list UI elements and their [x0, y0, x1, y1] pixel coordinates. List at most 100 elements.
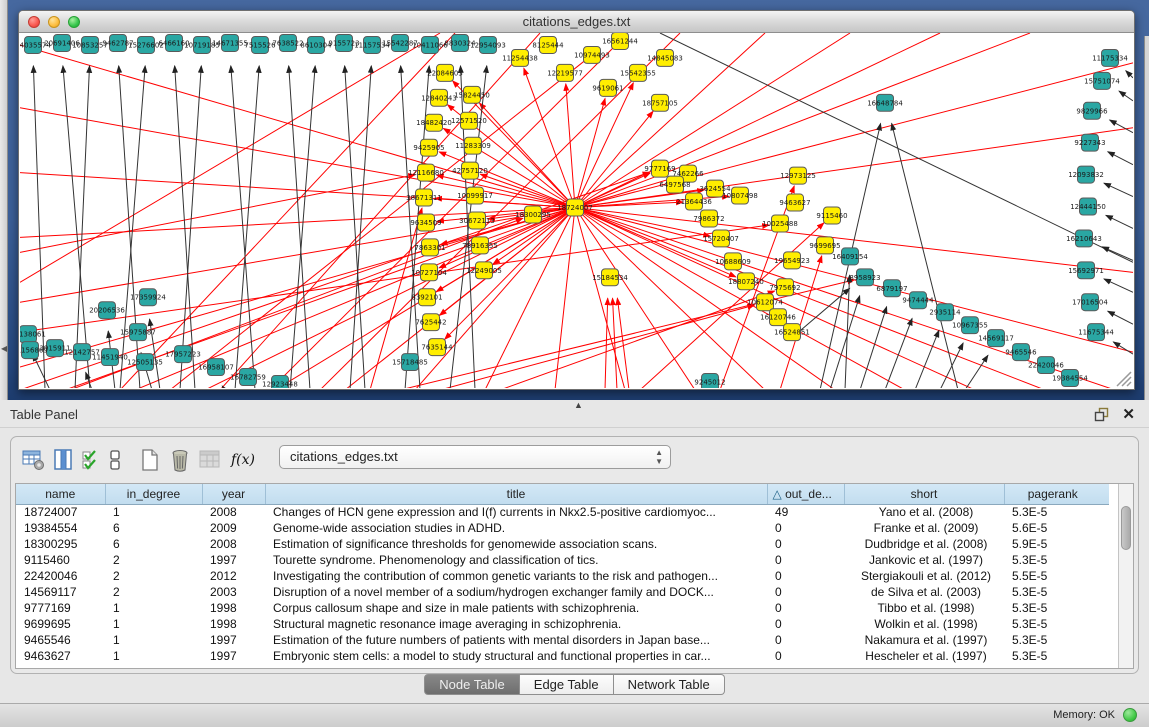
table-cell: 6: [105, 536, 202, 552]
table-panel-title: Table Panel: [10, 407, 78, 422]
graph-node-label: 10612074: [747, 299, 783, 307]
table-selector[interactable]: citations_edges.txt ▲▼: [279, 445, 671, 469]
table-row[interactable]: 1456911722003Disruption of a novel membe…: [16, 584, 1109, 600]
column-header-out-degree[interactable]: △ out_de...: [767, 484, 844, 504]
graph-node-label: 19384554: [1052, 375, 1088, 383]
graph-node-label: 15692971: [1068, 267, 1104, 275]
network-canvas[interactable]: 2403557420691406108532579462787152766026…: [20, 33, 1133, 388]
table-cell: de Silva et al. (2003): [844, 584, 1004, 600]
table-row[interactable]: 1830029562008Estimation of significance …: [16, 536, 1109, 552]
graph-node-label: 19654923: [774, 257, 810, 265]
graph-node-label: 17359924: [130, 294, 166, 302]
table-row[interactable]: 2242004622012Investigating the contribut…: [16, 568, 1109, 584]
graph-node-label: 9227343: [1074, 139, 1105, 147]
table-row[interactable]: 1872400712008Changes of HCN gene express…: [16, 504, 1109, 520]
graph-node-label: 8125444: [532, 41, 564, 49]
column-header-short[interactable]: short: [844, 484, 1004, 504]
graph-node-label: 18300295: [515, 211, 551, 219]
float-panel-icon[interactable]: [1094, 407, 1109, 422]
table-cell: 2: [105, 568, 202, 584]
graph-node-label: 22420046: [1028, 362, 1064, 370]
table-panel-header: ▲ Table Panel ✕: [0, 400, 1149, 428]
cells-icon[interactable]: [103, 446, 127, 474]
splitter-handle-icon[interactable]: ▲: [574, 400, 583, 410]
graph-node-label: 18724007: [557, 204, 593, 212]
delete-icon[interactable]: [165, 446, 195, 474]
table-cell: 9777169: [16, 600, 105, 616]
memory-ok-indicator[interactable]: [1123, 708, 1137, 722]
window-titlebar[interactable]: citations_edges.txt: [19, 11, 1134, 33]
table-cell: 0: [767, 632, 844, 648]
table-cell: 5.3E-5: [1004, 632, 1101, 648]
table-row[interactable]: 946362711997Embryonic stem cells: a mode…: [16, 648, 1109, 664]
graph-node-label: 15975887: [120, 329, 156, 337]
tab-network-table[interactable]: Network Table: [614, 674, 725, 695]
table-cell: 18724007: [16, 504, 105, 520]
graph-node-label: 12840243: [421, 94, 457, 102]
table-row[interactable]: 977716911998Corpus callosum shape and si…: [16, 600, 1109, 616]
table-cell: 1: [105, 616, 202, 632]
graph-node-label: 18807240: [728, 278, 764, 286]
new-column-icon[interactable]: [135, 446, 165, 474]
table-cell: 0: [767, 552, 844, 568]
table-cell: 2003: [202, 584, 265, 600]
column-header-title[interactable]: title: [265, 484, 767, 504]
graph-node-label: 38671311: [406, 194, 442, 202]
scrollbar-thumb[interactable]: [1121, 506, 1131, 550]
table-columns-icon[interactable]: [49, 446, 79, 474]
table-row[interactable]: 1938455462009Genome-wide association stu…: [16, 520, 1109, 536]
graph-node-label: 15720407: [703, 235, 739, 243]
table-row[interactable]: 911546021997Tourette syndrome. Phenomeno…: [16, 552, 1109, 568]
resize-grip-icon[interactable]: [1117, 372, 1131, 386]
graph-node-label: 16120746: [760, 314, 796, 322]
table-cell: 1997: [202, 632, 265, 648]
graph-node-label: 10727104: [411, 269, 447, 277]
function-builder-icon[interactable]: f(x): [231, 446, 255, 474]
graph-node-label: 15184534: [592, 274, 628, 282]
column-header-name[interactable]: name: [16, 484, 105, 504]
checklist-icon[interactable]: [79, 446, 103, 474]
graph-node-label: 22084603: [427, 69, 463, 77]
graph-node-label: 10688609: [715, 258, 751, 266]
graph-edge: [75, 66, 90, 388]
table-header-row: name in_degree year title △ out_de... sh…: [16, 484, 1109, 504]
graph-edge: [20, 45, 575, 208]
table-cell: 1998: [202, 616, 265, 632]
graph-edge: [617, 298, 629, 388]
sort-ascending-icon: △: [773, 487, 782, 501]
table-scrollbar[interactable]: [1118, 484, 1133, 668]
status-bar: Memory: OK: [0, 703, 1149, 727]
graph-node-label: 21364436: [676, 198, 712, 206]
tab-node-table[interactable]: Node Table: [424, 674, 520, 695]
table-settings-icon[interactable]: [19, 446, 49, 474]
graph-edge: [555, 208, 575, 388]
graph-node-label: 11283309: [455, 142, 491, 150]
table-cell: Estimation of the future numbers of pati…: [265, 632, 767, 648]
graph-edge: [289, 66, 310, 388]
panel-collapse-arrow-icon[interactable]: ◀: [1, 344, 7, 353]
graph-node-label: 12954093: [470, 41, 506, 49]
column-header-year[interactable]: year: [202, 484, 265, 504]
graph-node-label: 7986372: [693, 215, 724, 223]
column-header-pagerank[interactable]: pagerank: [1004, 484, 1101, 504]
table-cell: 6: [105, 520, 202, 536]
graph-edge: [441, 208, 575, 245]
close-panel-icon[interactable]: ✕: [1122, 405, 1135, 423]
table-cell: 1: [105, 648, 202, 664]
graph-node-label: 78916355: [462, 242, 498, 250]
right-panel-edge: [1144, 36, 1149, 400]
graph-node-label: 2935114: [929, 309, 961, 317]
graph-edge: [1106, 215, 1133, 228]
graph-node-label: 9474444: [902, 297, 934, 305]
graph-edge: [892, 123, 958, 388]
table-row[interactable]: 946554611997Estimation of the future num…: [16, 632, 1109, 648]
table-cell: 5.5E-5: [1004, 568, 1101, 584]
column-header-in-degree[interactable]: in_degree: [105, 484, 202, 504]
graph-node-label: 9777169: [644, 165, 675, 173]
table-row[interactable]: 969969511998Structural magnetic resonanc…: [16, 616, 1109, 632]
graph-edge: [231, 66, 255, 388]
tab-edge-table[interactable]: Edge Table: [520, 674, 614, 695]
table-cell: Estimation of significance thresholds fo…: [265, 536, 767, 552]
memory-status-label: Memory: OK: [1053, 709, 1115, 721]
graph-node-label: 15542355: [620, 69, 656, 77]
